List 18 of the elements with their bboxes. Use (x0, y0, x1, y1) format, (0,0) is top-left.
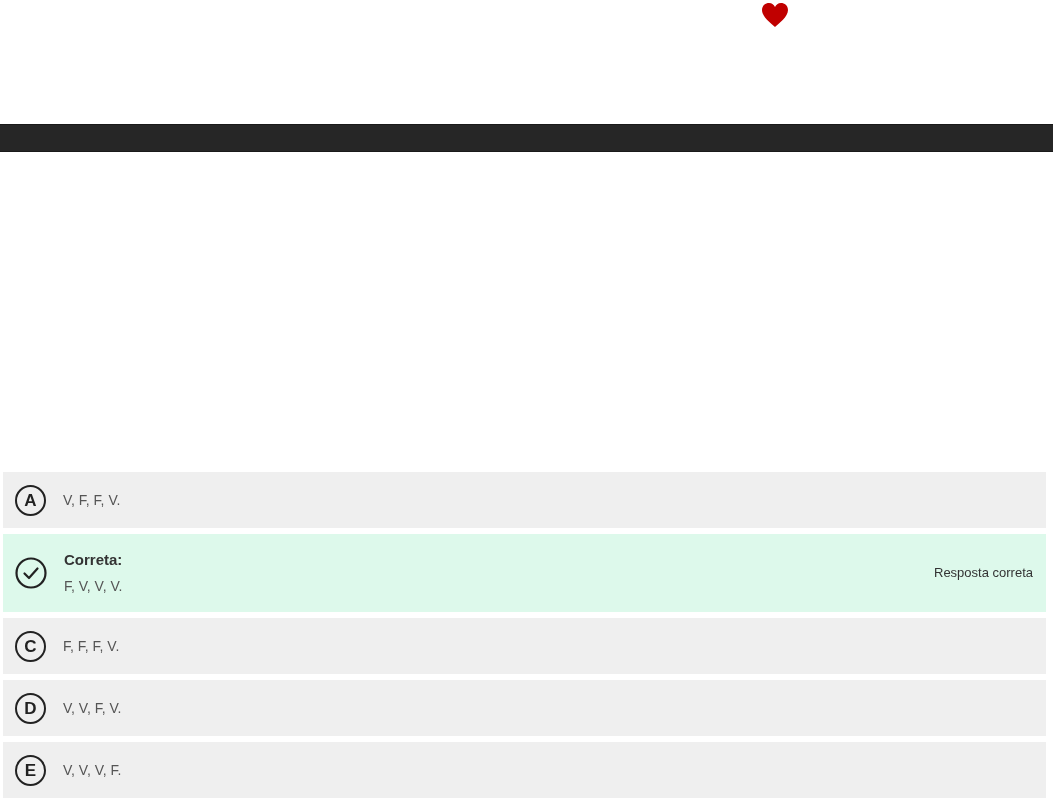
option-letter-badge: A (15, 484, 46, 516)
option-text: F, F, F, V. (63, 636, 120, 656)
option-letter-badge: E (15, 754, 46, 786)
option-text: F, V, V, V. (64, 577, 124, 596)
answer-option[interactable]: E V, V, V, F. (3, 742, 1046, 798)
answer-option[interactable]: A V, F, F, V. (3, 472, 1046, 528)
answer-option[interactable]: D V, V, F, V. (3, 680, 1046, 736)
check-circle-icon (15, 557, 47, 589)
correct-answer-option[interactable]: Correta: F, V, V, V. Resposta correta (3, 534, 1046, 612)
answer-option[interactable]: C F, F, F, V. (3, 618, 1046, 674)
heart-icon (761, 2, 789, 28)
option-text: V, V, V, F. (63, 760, 122, 780)
status-text: Resposta correta (934, 564, 1033, 583)
option-text: V, V, F, V. (63, 698, 122, 718)
option-letter-badge: D (15, 692, 46, 724)
option-letter-badge: C (15, 630, 46, 662)
correct-label: Correta: (64, 550, 124, 570)
option-text: V, F, F, V. (63, 490, 121, 510)
